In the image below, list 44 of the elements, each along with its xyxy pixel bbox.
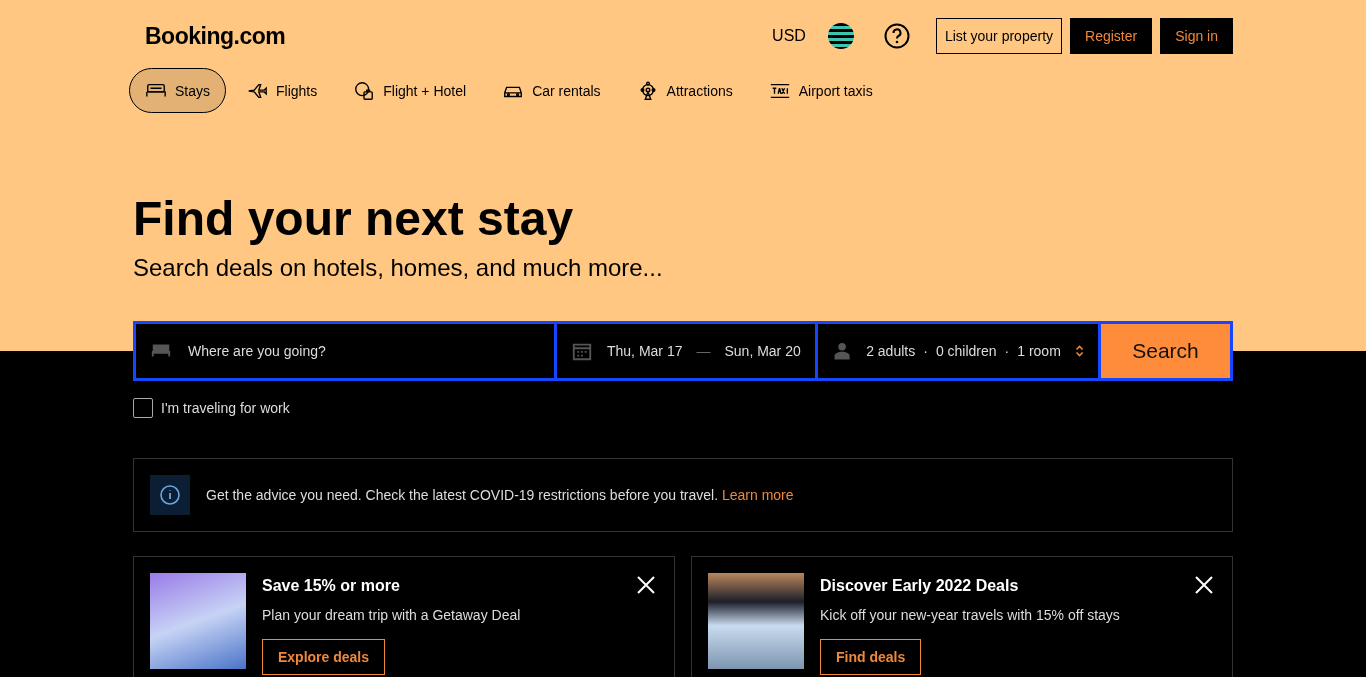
header-button[interactable]: List your property <box>935 18 1063 54</box>
promo-title: Discover Early 2022 Deals <box>820 577 1020 595</box>
check-in-date: Thu, Mar 17 <box>607 343 683 359</box>
nav-tab[interactable]: Attractions <box>620 68 749 113</box>
close-icon[interactable] <box>1194 575 1214 595</box>
hero-title: Find your next stay <box>133 193 575 246</box>
nav-tab[interactable]: Flights <box>230 68 334 113</box>
info-icon <box>150 475 190 515</box>
up-down-caret-icon <box>1074 344 1084 358</box>
checkbox[interactable] <box>133 398 153 418</box>
promo-title: Save 15% or more <box>262 577 401 595</box>
nav-tab[interactable]: Flight + Hotel <box>337 68 483 113</box>
date-field[interactable]: Thu, Mar 17 — Sun, Mar 20 <box>557 324 815 378</box>
guest-count: 2 adults <box>866 343 916 359</box>
search-button[interactable]: Search <box>1101 324 1230 378</box>
header-button[interactable]: Sign in <box>1160 18 1233 54</box>
promo-button[interactable]: Explore deals <box>262 639 386 675</box>
check-out-date: Sun, Mar 20 <box>724 343 801 359</box>
notice-text: Get the advice you need. Check the latest COVID-19 restrictions before you travel. Learn more <box>206 487 794 503</box>
date-dash: — <box>696 343 711 359</box>
flag-icon[interactable] <box>827 23 854 49</box>
header-button[interactable]: Register <box>1070 18 1153 54</box>
guests-field[interactable]: 2 adults · 0 children · 1 room <box>818 324 1098 378</box>
promo-text: Plan your dream trip with a Getaway Deal <box>262 607 521 623</box>
nav-tab[interactable]: Stays <box>129 68 226 113</box>
logo[interactable]: Booking.com <box>145 22 773 50</box>
destination-input[interactable]: Where are you going? <box>186 342 540 360</box>
learn-more-link[interactable]: Learn more <box>721 487 794 503</box>
separator-dot: · <box>923 343 928 359</box>
promo-button[interactable]: Find deals <box>820 639 922 675</box>
globe-suitcase-icon <box>353 79 376 102</box>
close-icon[interactable] <box>636 575 656 595</box>
nav-tab[interactable]: Car rentals <box>486 68 617 113</box>
promo-text: Kick off your new-year travels with 15% off stays <box>820 607 1120 623</box>
destination-field[interactable]: Where are you going? <box>136 324 554 378</box>
checkbox-label: I'm traveling for work <box>161 400 290 416</box>
separator-dot: · <box>1004 343 1010 359</box>
help-icon[interactable] <box>883 23 910 49</box>
nav-tab[interactable]: Airport taxis <box>752 68 889 113</box>
guest-count: 0 children <box>935 343 997 359</box>
hero-subtitle: Search deals on hotels, homes, and much more... <box>133 253 664 282</box>
currency-selector[interactable]: USD <box>772 27 806 45</box>
person-icon <box>832 340 853 362</box>
guest-count: 1 room <box>1017 343 1061 359</box>
